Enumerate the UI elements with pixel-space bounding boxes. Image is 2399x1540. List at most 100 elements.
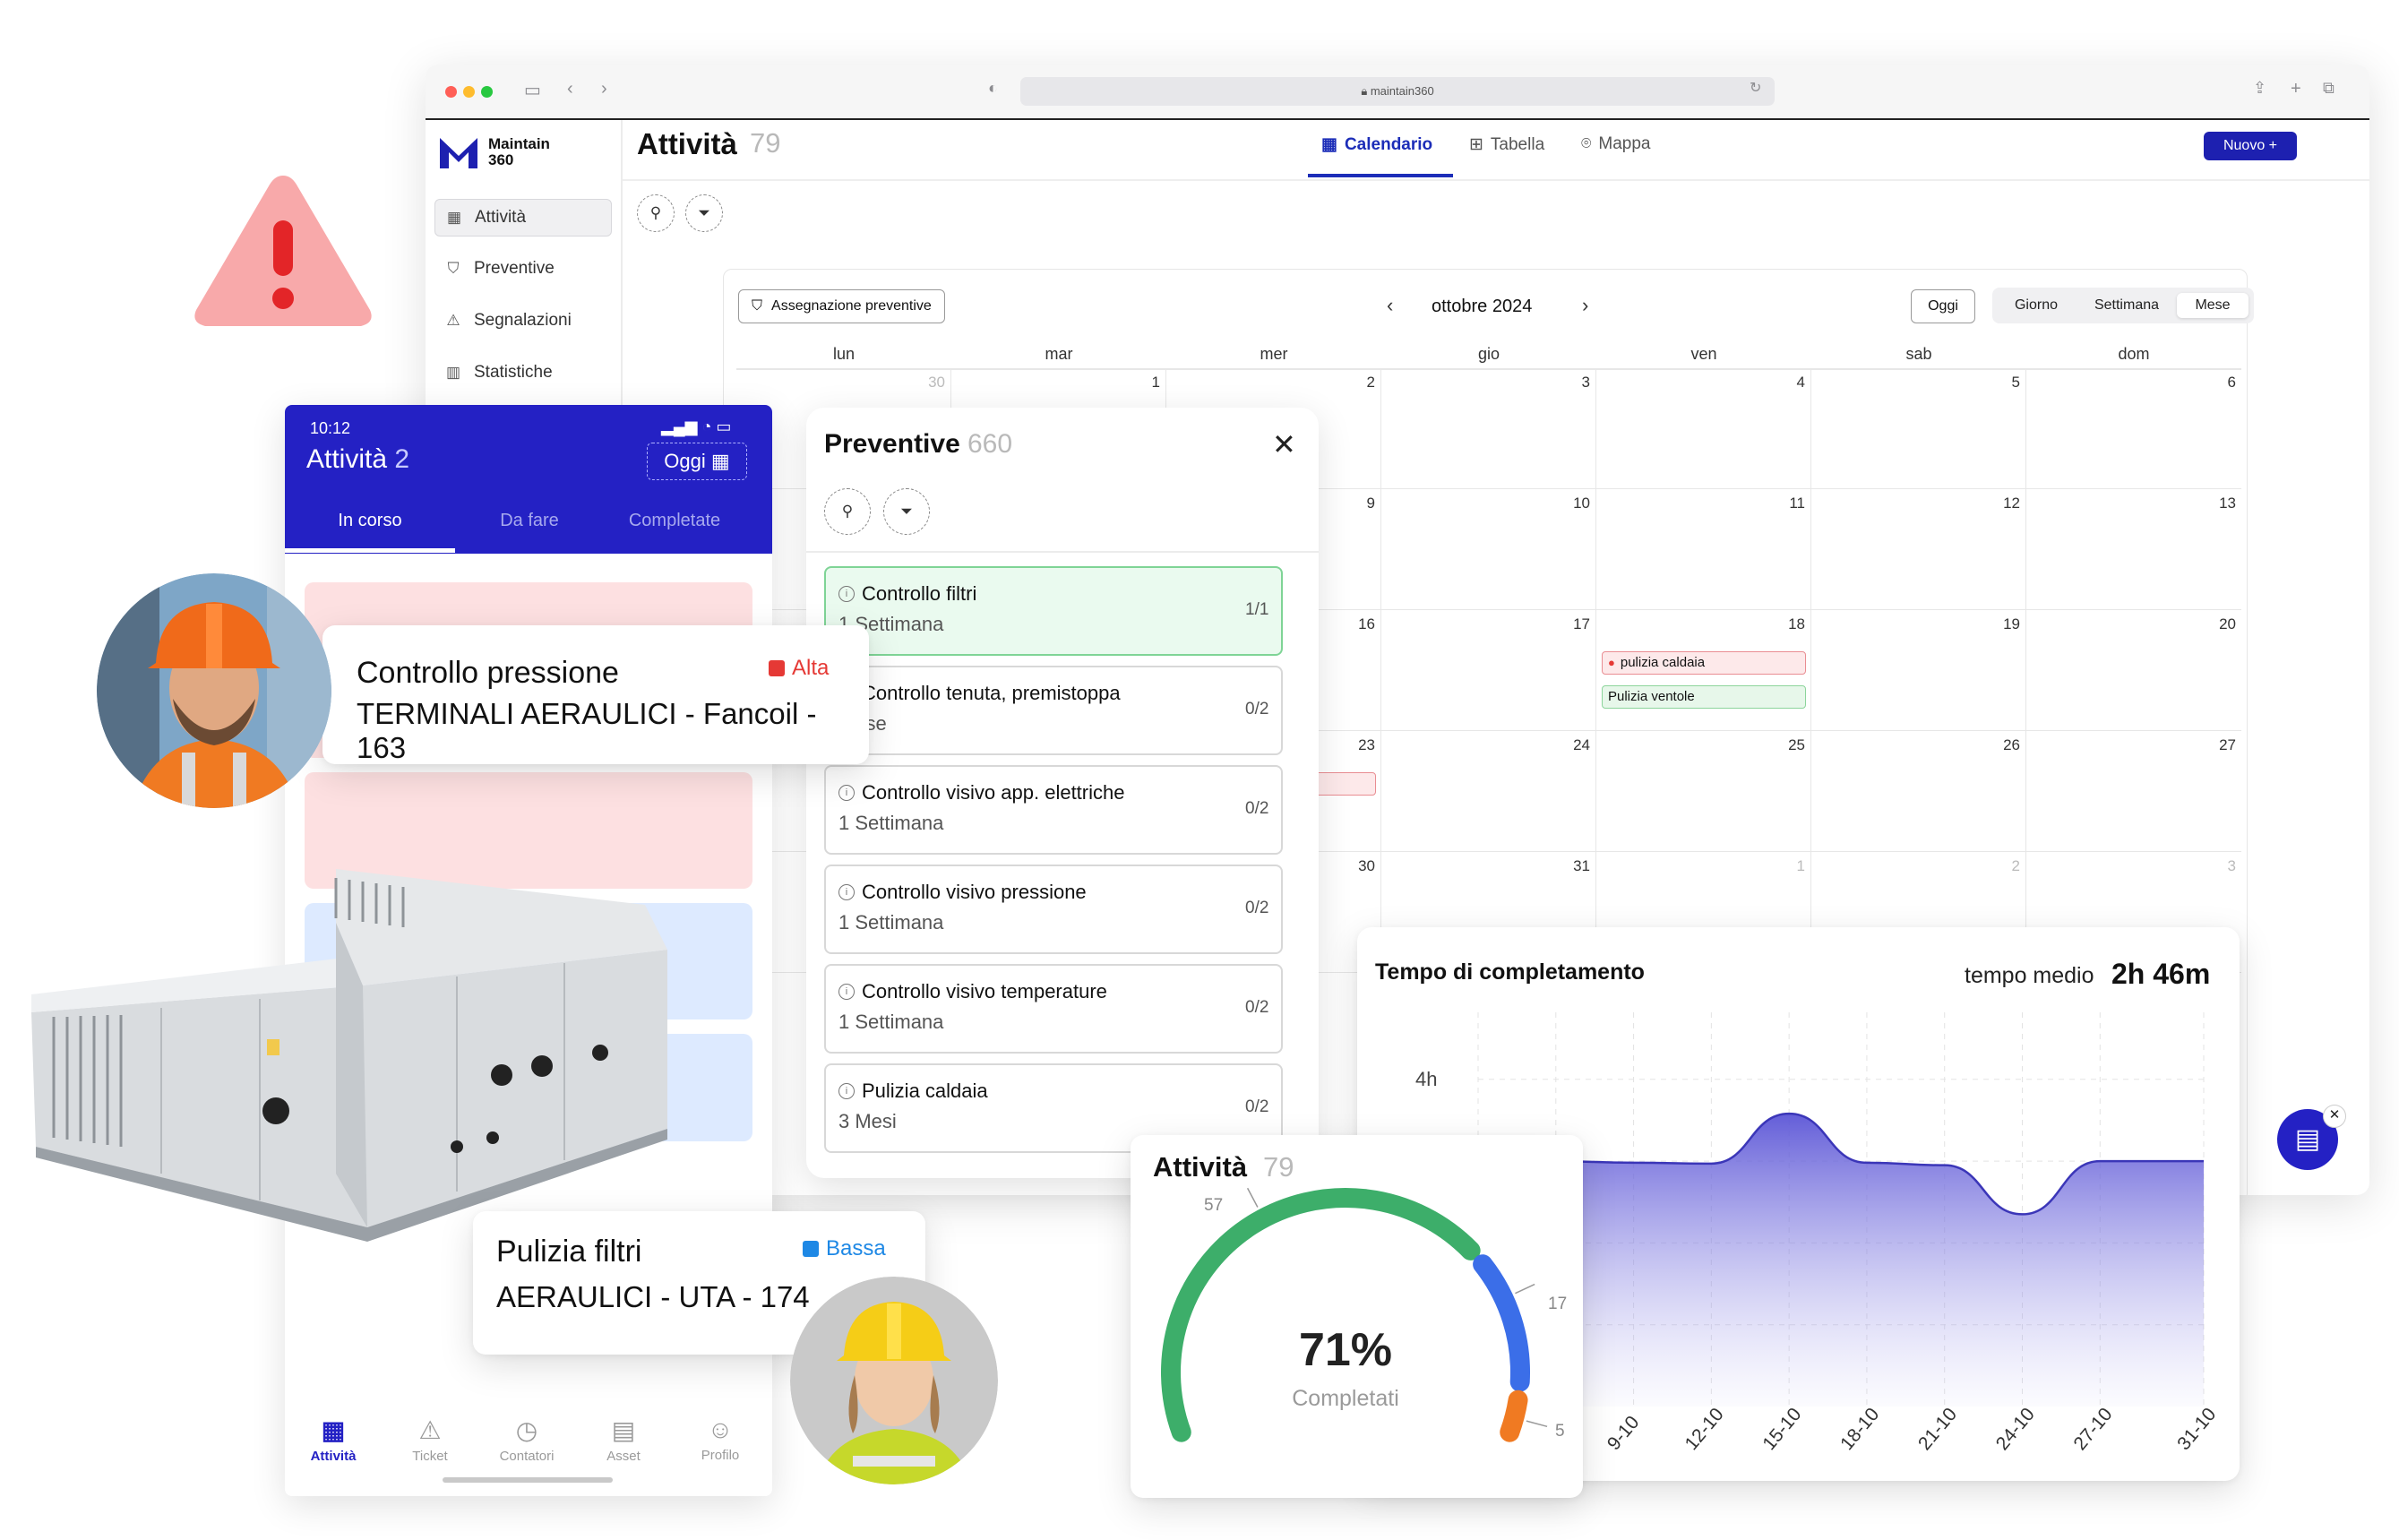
- preventive-item-title: i Controllo filtri: [838, 582, 976, 606]
- privacy-shield-icon[interactable]: ◐: [988, 79, 998, 98]
- calendar-day-cell[interactable]: 11: [1596, 489, 1811, 610]
- day-number: 31: [1573, 857, 1590, 874]
- reload-icon[interactable]: ↻: [1750, 79, 1761, 97]
- address-bar[interactable]: 🔒︎ maintain360: [1020, 77, 1775, 106]
- calendar-event[interactable]: Pulizia ventole: [1602, 685, 1806, 709]
- address-text: maintain360: [1370, 84, 1434, 98]
- share-icon[interactable]: ⇪: [2253, 79, 2266, 98]
- nav-attivita[interactable]: ▦ Attività: [285, 1415, 382, 1464]
- calendar-day-cell[interactable]: 4: [1596, 368, 1811, 489]
- task-title: Pulizia filtri: [496, 1235, 642, 1269]
- logo: [438, 134, 479, 175]
- prev-month-icon[interactable]: ‹: [1387, 294, 1393, 317]
- preventive-item-title: i Pulizia caldaia: [838, 1080, 988, 1103]
- calendar-day-cell[interactable]: 6: [2026, 368, 2241, 489]
- view-settimana[interactable]: Settimana: [2082, 293, 2171, 318]
- close-window-button[interactable]: [445, 86, 457, 98]
- day-number: 5: [2011, 374, 2020, 391]
- preventive-item-progress: 0/2: [1245, 799, 1269, 818]
- calendar-day-cell[interactable]: 18 ● pulizia caldaia Pulizia ventole: [1596, 610, 1811, 731]
- priority-badge: Alta: [769, 656, 829, 681]
- nav-profilo[interactable]: ☺︎ Profilo: [672, 1415, 769, 1463]
- shield-check-icon: ⛉: [752, 298, 763, 314]
- sidebar-item-statistiche[interactable]: ▥ Statistiche: [434, 355, 610, 391]
- day-number: 18: [1788, 615, 1805, 632]
- preventive-item[interactable]: i Controllo visivo pressione 1 Settimana 0/…: [824, 865, 1283, 954]
- preventive-item[interactable]: i Controllo filtri 1 Settimana 1/1: [824, 566, 1283, 656]
- filter-button[interactable]: ⏷: [883, 488, 930, 535]
- forward-icon[interactable]: ›: [601, 79, 607, 99]
- info-icon: i: [838, 1083, 855, 1099]
- calendar-day-cell[interactable]: 27: [2026, 731, 2241, 852]
- sidebar-item-segnalazioni[interactable]: ⚠︎ Segnalazioni: [434, 303, 610, 339]
- back-icon[interactable]: ‹: [567, 79, 573, 99]
- search-button[interactable]: ⚲: [637, 194, 675, 232]
- today-button[interactable]: Oggi: [1911, 289, 1975, 323]
- y-tick-label: 4h: [1415, 1068, 1437, 1090]
- preventive-item[interactable]: i Controllo visivo temperature 1 Settimana…: [824, 964, 1283, 1054]
- mobile-header: 10:12 ▂▄▆ ◔ ▭ Attività 2 Oggi ▦ In corso…: [285, 405, 772, 554]
- tab-calendario[interactable]: ▦ Calendario: [1321, 134, 1432, 155]
- minimize-window-button[interactable]: [463, 86, 475, 98]
- calendar-day-cell[interactable]: 17: [1381, 610, 1596, 731]
- calendar-day-cell[interactable]: 20: [2026, 610, 2241, 731]
- gauge-arc: [1161, 1187, 1548, 1442]
- preventive-title: Preventive: [824, 429, 960, 459]
- search-button[interactable]: ⚲: [824, 488, 871, 535]
- calendar-icon: ▦: [321, 1416, 346, 1444]
- day-name-header: sab: [1905, 345, 1932, 363]
- maximize-window-button[interactable]: [481, 86, 493, 98]
- nav-label: Contatori: [499, 1449, 555, 1464]
- mobile-tab-in-corso[interactable]: In corso: [294, 511, 446, 531]
- area-fill: [1478, 1114, 2204, 1407]
- calendar-day-cell[interactable]: 10: [1381, 489, 1596, 610]
- new-button[interactable]: Nuovo +: [2204, 132, 2297, 160]
- nav-asset[interactable]: ▤ Asset: [575, 1415, 672, 1464]
- nav-ticket[interactable]: ⚠︎ Ticket: [382, 1415, 478, 1464]
- mobile-tab-completate[interactable]: Completate: [598, 511, 751, 531]
- preventive-item-frequency: 1 Settimana: [838, 1011, 944, 1033]
- tab-tabella[interactable]: ⊞ Tabella: [1469, 134, 1544, 155]
- view-giorno[interactable]: Giorno: [1999, 293, 2073, 318]
- nav-contatori[interactable]: ◷ Contatori: [478, 1415, 575, 1464]
- day-number: 27: [2219, 736, 2236, 753]
- assign-preventive-button[interactable]: ⛉ Assegnazione preventive: [738, 289, 945, 323]
- close-chat-icon[interactable]: ✕: [2323, 1105, 2346, 1128]
- tab-mappa[interactable]: ⌾ Mappa: [1581, 134, 1651, 154]
- mobile-today-button[interactable]: Oggi ▦: [647, 443, 747, 480]
- calendar-event[interactable]: ● pulizia caldaia: [1602, 651, 1806, 675]
- view-mese[interactable]: Mese: [2177, 293, 2249, 318]
- preventive-count: 660: [967, 429, 1013, 459]
- shield-icon: ⛉: [447, 260, 460, 277]
- gauge-leader-pending: [1515, 1283, 1535, 1295]
- sidebar-item-attivita[interactable]: ▦ Attività: [434, 199, 612, 237]
- tabs-overview-icon[interactable]: ⧉: [2323, 79, 2335, 98]
- next-month-icon[interactable]: ›: [1582, 294, 1588, 317]
- calendar-day-cell[interactable]: 13: [2026, 489, 2241, 610]
- mobile-active-tab-indicator: [285, 548, 455, 553]
- info-icon: i: [838, 884, 855, 900]
- sidebar-item-preventive[interactable]: ⛉ Preventive: [434, 251, 610, 287]
- close-icon[interactable]: ✕: [1272, 427, 1296, 461]
- task-card-alta[interactable]: Controllo pressione Alta TERMINALI AERAU…: [322, 625, 869, 764]
- calendar-day-cell[interactable]: 12: [1811, 489, 2026, 610]
- status-time: 10:12: [310, 419, 351, 437]
- day-number: 3: [2227, 857, 2236, 874]
- calendar-day-cell[interactable]: 25: [1596, 731, 1811, 852]
- calendar-day-cell[interactable]: 26: [1811, 731, 2026, 852]
- preventive-item[interactable]: i Controllo visivo app. elettriche 1 Setti…: [824, 765, 1283, 855]
- calendar-day-cell[interactable]: 24: [1381, 731, 1596, 852]
- sidebar-toggle-icon[interactable]: ▭: [524, 79, 541, 101]
- mobile-tab-da-fare[interactable]: Da fare: [453, 511, 606, 531]
- calendar-day-cell[interactable]: 3: [1381, 368, 1596, 489]
- filter-button[interactable]: ⏷: [685, 194, 723, 232]
- calendar-day-cell[interactable]: 5: [1811, 368, 2026, 489]
- user-icon: ☺︎: [707, 1415, 734, 1443]
- new-tab-icon[interactable]: +: [2291, 79, 2301, 99]
- preventive-item[interactable]: iControllo tenuta, premistoppaMese0/2: [824, 666, 1283, 755]
- tab-label: Tabella: [1490, 134, 1545, 154]
- panel-divider: [806, 551, 1319, 553]
- day-name-header: gio: [1477, 345, 1500, 363]
- info-icon: i: [838, 984, 855, 1000]
- calendar-day-cell[interactable]: 19: [1811, 610, 2026, 731]
